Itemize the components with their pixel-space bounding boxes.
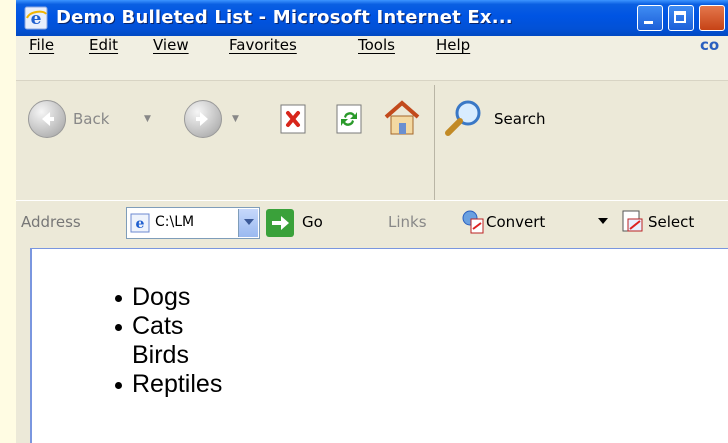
stop-icon[interactable] — [278, 103, 310, 135]
list-item-text: Cats — [132, 312, 184, 340]
list-item-text: Birds — [132, 341, 189, 369]
bullet-icon — [115, 295, 122, 302]
window-title: Demo Bulleted List - Microsoft Internet … — [56, 7, 513, 28]
svg-text:e: e — [136, 216, 145, 232]
address-dropdown-button[interactable] — [238, 209, 258, 237]
address-label: Address — [21, 213, 81, 231]
back-dropdown-icon[interactable]: ▼ — [144, 114, 151, 124]
menu-file[interactable]: File — [29, 36, 54, 80]
bullet-icon — [115, 382, 122, 389]
menu-view[interactable]: View — [153, 36, 189, 80]
menu-bar: File Edit View Favorites Tools Help co — [16, 36, 728, 81]
convert-dropdown-icon[interactable] — [598, 218, 608, 229]
list-item-text: Reptiles — [132, 370, 223, 398]
address-value[interactable]: C:\LM — [155, 214, 235, 230]
back-arrow-icon — [42, 112, 54, 126]
menu-favorites[interactable]: Favorites — [229, 36, 297, 80]
back-button[interactable] — [28, 100, 66, 138]
internet-explorer-icon: e — [24, 6, 48, 30]
select-label[interactable]: Select — [648, 213, 694, 231]
menu-tools[interactable]: Tools — [358, 36, 395, 80]
bullet-icon — [115, 324, 122, 331]
menu-help[interactable]: Help — [436, 36, 470, 80]
page-content: Dogs Cats Birds Reptiles — [30, 248, 728, 443]
list-item: Dogs — [115, 283, 222, 312]
list-item: Reptiles — [115, 370, 223, 399]
maximize-button[interactable] — [668, 5, 694, 31]
search-label[interactable]: Search — [494, 110, 546, 128]
bulleted-list: Dogs Cats Birds Reptiles — [115, 283, 223, 399]
ie-window: e Demo Bulleted List - Microsoft Interne… — [16, 0, 728, 443]
address-input[interactable]: e C:\LM — [126, 207, 260, 239]
home-icon[interactable] — [382, 99, 422, 137]
list-item: Birds — [132, 341, 222, 370]
refresh-icon[interactable] — [334, 103, 366, 135]
convert-label[interactable]: Convert — [486, 213, 545, 231]
select-pdf-icon[interactable] — [620, 209, 644, 235]
forward-dropdown-icon[interactable]: ▼ — [232, 114, 239, 124]
back-label: Back — [73, 110, 110, 128]
page-ie-icon: e — [130, 213, 150, 233]
minimize-button[interactable] — [637, 5, 663, 31]
menu-edit[interactable]: Edit — [89, 36, 118, 80]
standard-toolbar: Back ▼ ▼ Search — [16, 81, 728, 205]
go-arrow-icon — [272, 216, 289, 230]
go-button[interactable] — [266, 209, 294, 237]
search-magnifier-icon[interactable] — [442, 97, 486, 141]
go-label[interactable]: Go — [302, 213, 323, 231]
address-bar: Address e C:\LM Go Links Convert Select — [16, 200, 728, 246]
title-bar[interactable]: e Demo Bulleted List - Microsoft Interne… — [16, 0, 728, 36]
toolbar-separator — [434, 85, 435, 205]
list-item-text: Dogs — [132, 283, 191, 311]
close-button[interactable] — [699, 5, 725, 31]
convert-pdf-icon[interactable] — [461, 209, 485, 235]
list-item: Cats — [115, 312, 222, 341]
brand-logo-fragment: co — [700, 36, 720, 54]
forward-button[interactable] — [184, 100, 222, 138]
links-label[interactable]: Links — [388, 213, 427, 231]
forward-arrow-icon — [196, 112, 208, 126]
